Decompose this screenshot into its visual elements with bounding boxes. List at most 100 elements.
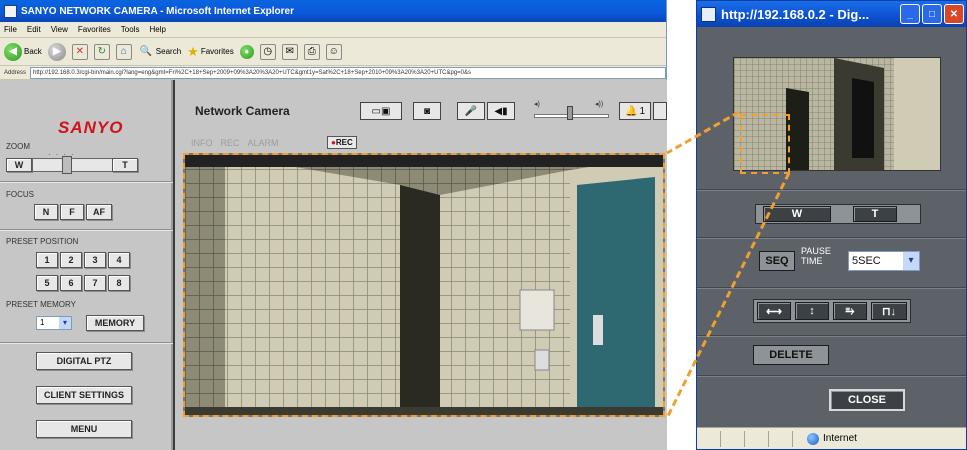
media-icon[interactable]: ● bbox=[239, 44, 254, 59]
favorites-button[interactable]: ★ Favorites bbox=[187, 44, 234, 60]
screen-size-button[interactable]: ▭▣ bbox=[360, 102, 402, 120]
preset-4-button[interactable]: 4 bbox=[108, 252, 130, 268]
status-cell bbox=[697, 430, 721, 447]
volume-high-icon: ◂)) bbox=[595, 101, 604, 108]
menu-file[interactable]: File bbox=[4, 25, 17, 34]
chevron-down-icon: ▾ bbox=[59, 317, 71, 329]
divider bbox=[697, 375, 966, 376]
ie-title-bar[interactable]: SANYO NETWORK CAMERA - Microsoft Interne… bbox=[0, 0, 666, 22]
divider bbox=[697, 189, 966, 190]
menu-button[interactable]: MENU bbox=[36, 420, 132, 438]
extra-button[interactable] bbox=[653, 102, 667, 120]
memory-button[interactable]: MEMORY bbox=[86, 315, 144, 331]
mail-icon[interactable]: ✉ bbox=[281, 43, 298, 60]
pause-time-value: 5SEC bbox=[852, 255, 881, 267]
search-label: Search bbox=[155, 47, 182, 56]
print-icon[interactable]: ⎙ bbox=[303, 43, 320, 60]
status-bar: Internet bbox=[697, 427, 966, 449]
zoom-tele-button[interactable]: T bbox=[853, 206, 897, 222]
camera-view-panel: Network Camera ▭▣ ◙ 🎤 ◀▮ ◂) ◂)) 🔔 1 INFO… bbox=[175, 80, 667, 450]
delete-button[interactable]: DELETE bbox=[753, 345, 829, 365]
snapshot-button[interactable]: ◙ bbox=[413, 102, 441, 120]
menu-view[interactable]: View bbox=[51, 25, 68, 34]
tab-alarm[interactable]: ALARM bbox=[248, 138, 279, 148]
close-button[interactable]: CLOSE bbox=[829, 389, 905, 411]
zoom-slider-knob[interactable] bbox=[62, 156, 72, 174]
minimize-icon[interactable]: _ bbox=[900, 4, 920, 24]
focus-far-button[interactable]: F bbox=[60, 204, 84, 220]
search-button[interactable]: 🔍 Search bbox=[138, 44, 182, 60]
zoom-area-selector[interactable] bbox=[740, 114, 790, 174]
zoom-tele-button[interactable]: T bbox=[112, 158, 138, 172]
divider bbox=[697, 335, 966, 336]
tab-info[interactable]: INFO bbox=[191, 138, 213, 148]
ie-window: SANYO NETWORK CAMERA - Microsoft Interne… bbox=[0, 0, 667, 450]
popup-title-bar[interactable]: http://192.168.0.2 - Dig... _ □ ✕ bbox=[697, 1, 966, 27]
ie-app-icon bbox=[4, 4, 17, 18]
pan-horizontal-button[interactable]: ⟷ bbox=[757, 302, 791, 320]
menu-favorites[interactable]: Favorites bbox=[78, 25, 111, 34]
preset-memory-label: PRESET MEMORY bbox=[6, 300, 76, 309]
address-input[interactable]: http://192.168.0.3/cgi-bin/main.cgi?lang… bbox=[30, 66, 666, 79]
forward-arrow-icon[interactable]: ▶ bbox=[47, 42, 66, 61]
preset-2-button[interactable]: 2 bbox=[60, 252, 82, 268]
zoom-label: ZOOM bbox=[6, 142, 30, 151]
page-title: Network Camera bbox=[195, 104, 290, 118]
history-icon[interactable]: ◷ bbox=[259, 43, 276, 60]
preset-8-button[interactable]: 8 bbox=[108, 275, 130, 291]
address-bar: Address http://192.168.0.3/cgi-bin/main.… bbox=[0, 66, 666, 80]
status-tabs: INFO REC ALARM bbox=[191, 138, 279, 148]
menu-help[interactable]: Help bbox=[149, 25, 165, 34]
preset-1-button[interactable]: 1 bbox=[36, 252, 58, 268]
focus-label: FOCUS bbox=[6, 190, 34, 199]
home-icon[interactable]: ⌂ bbox=[115, 43, 132, 60]
tab-rec[interactable]: REC bbox=[221, 138, 240, 148]
stop-icon[interactable]: ✕ bbox=[71, 43, 88, 60]
menu-edit[interactable]: Edit bbox=[27, 25, 41, 34]
zigzag-icon: ⥱ bbox=[845, 304, 855, 317]
client-settings-button[interactable]: CLIENT SETTINGS bbox=[36, 386, 132, 404]
ie-page-icon bbox=[701, 6, 716, 22]
vertical-arrows-icon: ↕ bbox=[809, 305, 815, 317]
digital-ptz-button[interactable]: DIGITAL PTZ bbox=[36, 352, 132, 370]
rec-indicator: ●REC bbox=[327, 136, 357, 149]
video-frame-image bbox=[185, 155, 663, 415]
pause-time-select[interactable]: 5SEC ▾ bbox=[848, 251, 920, 271]
focus-near-button[interactable]: N bbox=[34, 204, 58, 220]
speaker-icon: ◀▮ bbox=[494, 105, 508, 117]
messenger-icon[interactable]: ☺ bbox=[325, 43, 342, 60]
divider bbox=[697, 237, 966, 238]
camera-icon: ◙ bbox=[423, 105, 431, 117]
autofocus-button[interactable]: AF bbox=[86, 204, 112, 220]
microphone-button[interactable]: 🎤 bbox=[457, 102, 485, 120]
maximize-icon[interactable]: □ bbox=[922, 4, 942, 24]
preset-5-button[interactable]: 5 bbox=[36, 275, 58, 291]
volume-slider-knob[interactable] bbox=[567, 106, 573, 120]
horizontal-arrows-icon: ⟷ bbox=[766, 305, 782, 318]
live-video[interactable] bbox=[183, 153, 665, 417]
zoom-wide-button[interactable]: W bbox=[6, 158, 32, 172]
seq-button[interactable]: SEQ bbox=[759, 251, 795, 271]
scan-pattern-button[interactable]: ⥱ bbox=[833, 302, 867, 320]
microphone-icon: 🎤 bbox=[464, 105, 478, 117]
close-icon[interactable]: ✕ bbox=[944, 4, 964, 24]
refresh-icon[interactable]: ↻ bbox=[93, 43, 110, 60]
star-icon: ★ bbox=[187, 43, 199, 59]
preset-7-button[interactable]: 7 bbox=[84, 275, 106, 291]
pan-vertical-button[interactable]: ↕ bbox=[795, 302, 829, 320]
status-zone-text: Internet bbox=[823, 433, 857, 444]
divider bbox=[697, 287, 966, 288]
control-sidebar: SANYO ZOOM ···· W T FOCUS N F AF PRESET … bbox=[0, 80, 173, 450]
sequence-pattern-button[interactable]: ⊓↓ bbox=[871, 302, 907, 320]
status-cell bbox=[745, 430, 769, 447]
alarm-output-button[interactable]: 🔔 1 bbox=[619, 102, 651, 120]
zoom-wide-button[interactable]: W bbox=[763, 206, 831, 222]
preset-3-button[interactable]: 3 bbox=[84, 252, 106, 268]
digital-ptz-panel: W T SEQ PAUSE TIME 5SEC ▾ ⟷ ↕ ⥱ ⊓↓ DELET… bbox=[697, 27, 966, 427]
preset-memory-select[interactable]: 1 ▾ bbox=[36, 316, 72, 330]
preset-6-button[interactable]: 6 bbox=[60, 275, 82, 291]
menu-tools[interactable]: Tools bbox=[121, 25, 140, 34]
back-button[interactable]: ◀ Back bbox=[4, 42, 42, 61]
speaker-button[interactable]: ◀▮ bbox=[487, 102, 515, 120]
step-pattern-icon: ⊓↓ bbox=[881, 305, 897, 318]
